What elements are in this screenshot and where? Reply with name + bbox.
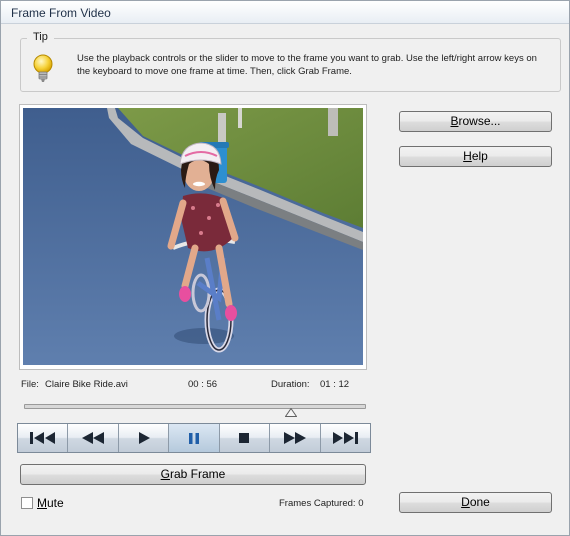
grab-frame-button[interactable]: Grab Frame — [20, 464, 366, 485]
last-frame-button[interactable] — [320, 424, 370, 452]
pause-icon — [188, 432, 199, 444]
play-icon — [138, 432, 150, 444]
mute-accel: M — [37, 496, 47, 510]
lightbulb-icon — [33, 54, 53, 82]
help-accel: H — [463, 149, 472, 163]
grab-accel: G — [160, 467, 170, 481]
fast-forward-icon — [283, 432, 306, 444]
fast-forward-button[interactable] — [270, 424, 321, 452]
seek-slider-thumb[interactable] — [284, 408, 297, 417]
help-label: elp — [471, 149, 488, 163]
done-button[interactable]: Done — [399, 492, 552, 513]
video-preview — [23, 108, 363, 365]
skip-to-end-icon — [333, 432, 359, 444]
stop-button[interactable] — [219, 424, 271, 452]
grab-label: rab Frame — [169, 467, 226, 481]
done-label: one — [469, 495, 490, 509]
frames-captured: Frames Captured: 0 — [279, 498, 364, 509]
file-name: Claire Bike Ride.avi — [45, 379, 128, 390]
duration-label: Duration: — [271, 379, 310, 390]
frames-captured-label: Frames Captured: — [279, 498, 356, 509]
current-position: 00 : 56 — [188, 379, 218, 390]
browse-button[interactable]: Browse... — [399, 111, 552, 132]
pause-button[interactable] — [169, 424, 220, 452]
help-button[interactable]: Help — [399, 146, 552, 167]
browse-accel: B — [450, 114, 459, 128]
title-bar: Frame From Video — [1, 1, 569, 24]
seek-slider-track[interactable] — [24, 404, 366, 409]
mute-checkbox[interactable] — [21, 497, 33, 509]
play-button[interactable] — [118, 424, 170, 452]
video-frame-image — [23, 108, 363, 365]
first-frame-button[interactable] — [18, 424, 69, 452]
rewind-button[interactable] — [68, 424, 119, 452]
mute-label-text: ute — [47, 496, 64, 510]
file-label: File: — [21, 379, 39, 390]
skip-to-start-icon — [29, 432, 55, 444]
mute-label[interactable]: Mute — [37, 496, 64, 510]
browse-label: rowse... — [458, 114, 501, 128]
rewind-icon — [82, 432, 105, 444]
stop-icon — [239, 433, 250, 443]
window-title: Frame From Video — [11, 6, 111, 20]
tip-legend: Tip — [27, 31, 54, 43]
frames-captured-value: 0 — [358, 498, 364, 509]
playback-controls — [17, 423, 371, 453]
done-accel: D — [461, 495, 470, 509]
tip-text: Use the playback controls or the slider … — [77, 53, 537, 77]
duration-value: 01 : 12 — [320, 379, 350, 390]
